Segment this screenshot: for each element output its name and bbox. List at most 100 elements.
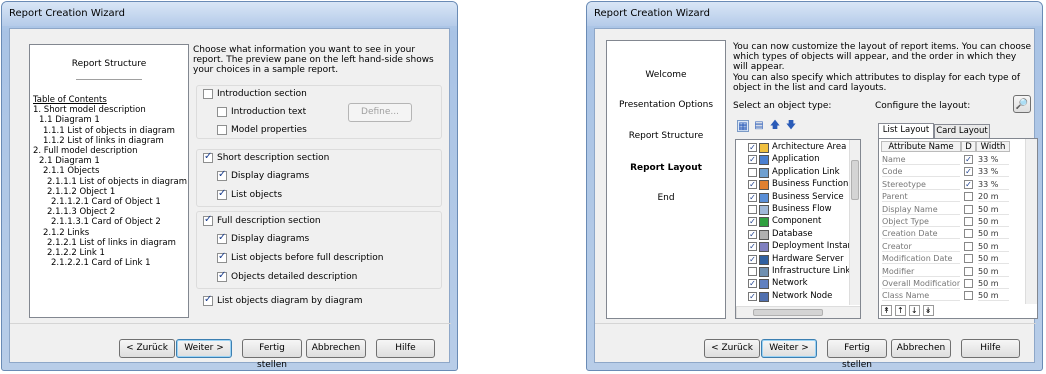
grid-cell-name: Modification Date (882, 254, 960, 265)
toc-heading: Table of Contents (33, 95, 107, 105)
intro-text-checkbox[interactable] (217, 107, 227, 117)
tree-item-checkbox[interactable] (748, 267, 757, 276)
short-section-checkbox[interactable] (203, 151, 213, 163)
move-down-grid-icon[interactable]: ↓ (908, 305, 920, 316)
model-properties-checkbox[interactable] (217, 125, 227, 135)
grid-cell-d-checkbox[interactable] (964, 229, 973, 239)
grid-cell-d-checkbox[interactable] (964, 192, 973, 202)
full-display-diagrams-checkbox[interactable] (217, 232, 227, 244)
tree-item-label: Application Link (772, 166, 840, 177)
tree-item-checkbox[interactable] (748, 205, 757, 214)
tree-item-label: Hardware Server (772, 253, 844, 264)
select-all-icon[interactable]: ▦ (737, 120, 749, 132)
grid-header-width: Width (976, 141, 1010, 152)
cancel-button[interactable]: Abbrechen (891, 339, 951, 358)
grid-row[interactable]: Creation Date 50 m (879, 228, 1013, 240)
grid-row[interactable]: Class Name 50 m (879, 290, 1013, 302)
back-button[interactable]: < Zurück (704, 339, 760, 358)
finish-button[interactable]: Fertig stellen (242, 339, 302, 370)
layout-description-2: You can also specify which attributes to… (733, 73, 1021, 93)
grid-row[interactable]: Creator 50 m (879, 241, 1013, 253)
tree-item-checkbox[interactable] (748, 167, 757, 177)
tree-scroll-thumb[interactable] (851, 160, 859, 200)
tree-item-checkbox[interactable]: ✓ (748, 279, 757, 289)
object-type-tree[interactable]: ✓ Architecture Area ✓ Application Applicatio… (735, 139, 861, 319)
tree-item-checkbox[interactable]: ✓ (748, 143, 757, 152)
tree-item-checkbox[interactable]: ✓ (748, 242, 757, 252)
grid-cell-d-checkbox[interactable] (964, 217, 973, 226)
full-list-objects-checkbox[interactable] (217, 251, 227, 263)
tab-card-layout[interactable]: Card Layout (934, 124, 990, 138)
step-presentation-options: Presentation Options (618, 100, 714, 110)
tree-item-checkbox[interactable]: ✓ (748, 217, 757, 227)
grid-cell-d-checkbox[interactable] (964, 266, 973, 276)
grid-cell-width: 33 % (978, 167, 1009, 178)
tree-item-label: Infrastructure Link (772, 266, 851, 276)
grid-cell-width: 50 m (978, 229, 1009, 240)
grid-cell-width: 50 m (978, 254, 1009, 265)
grid-cell-d-checkbox[interactable]: ✓ (964, 167, 973, 177)
grid-row[interactable]: Name ✓ 33 % (879, 154, 1013, 166)
grid-row[interactable]: Overall Modification 50 m (879, 278, 1013, 290)
grid-row[interactable]: Object Type 50 m (879, 216, 1013, 228)
tree-item-checkbox[interactable]: ✓ (748, 192, 757, 202)
deselect-all-icon[interactable]: ▤ (753, 120, 765, 132)
toc-entry: 2. Full model description (33, 146, 138, 157)
tree-hscroll-thumb[interactable] (753, 309, 823, 316)
define-button[interactable]: Define... (348, 103, 412, 122)
grid-cell-name: Code (882, 167, 960, 178)
grid-row[interactable]: Modifier 50 m (879, 266, 1013, 278)
select-object-type-label: Select an object type: (733, 101, 832, 111)
grid-row[interactable]: Stereotype ✓ 33 % (879, 179, 1013, 191)
help-button[interactable]: Hilfe (961, 339, 1020, 358)
intro-section-checkbox[interactable] (203, 89, 213, 99)
tree-vertical-scrollbar[interactable] (849, 140, 860, 305)
tree-horizontal-scrollbar[interactable] (736, 306, 860, 318)
grid-vertical-scrollbar[interactable] (1025, 139, 1037, 304)
cancel-button[interactable]: Abbrechen (306, 339, 366, 358)
next-button[interactable]: Weiter > (176, 339, 232, 358)
attribute-grid[interactable]: Attribute Name D Width Name ✓ 33 % Code ✓ 33 … (878, 138, 1038, 319)
preview-layout-button[interactable]: 🔎 (1013, 95, 1031, 113)
grid-row[interactable]: Modification Date 50 m (879, 253, 1013, 265)
toc-entry: 2.1.1.2.1 Card of Object 1 (51, 197, 161, 208)
grid-cell-name: Modifier (882, 267, 960, 277)
grid-cell-width: 50 m (978, 291, 1009, 302)
grid-cell-d-checkbox[interactable] (964, 279, 973, 288)
grid-cell-d-checkbox[interactable] (964, 254, 973, 264)
grid-cell-name: Object Type (882, 217, 960, 227)
grid-cell-d-checkbox[interactable] (964, 204, 973, 214)
preview-heading-underline (76, 79, 142, 80)
object-type-icon (759, 167, 769, 178)
tree-item-checkbox[interactable]: ✓ (748, 254, 757, 264)
move-up-icon[interactable]: 🡅 (769, 120, 781, 132)
object-type-icon (759, 229, 769, 240)
grid-row[interactable]: Display Name 50 m (879, 204, 1013, 216)
toc-entry: 1.1 Diagram 1 (39, 115, 100, 126)
grid-cell-d-checkbox[interactable] (964, 241, 973, 251)
help-button[interactable]: Hilfe (376, 339, 435, 358)
move-down-icon[interactable]: 🡇 (785, 120, 797, 132)
grid-row[interactable]: Parent 20 m (879, 191, 1013, 203)
short-list-objects-checkbox[interactable] (217, 188, 227, 200)
tab-list-layout[interactable]: List Layout (878, 123, 934, 138)
objects-detailed-checkbox[interactable] (217, 270, 227, 282)
back-button[interactable]: < Zurück (119, 339, 175, 358)
next-button[interactable]: Weiter > (761, 339, 817, 358)
grid-cell-d-checkbox[interactable] (964, 291, 973, 301)
tree-item-checkbox[interactable]: ✓ (748, 291, 757, 301)
full-section-checkbox[interactable] (203, 214, 213, 226)
grid-row[interactable]: Code ✓ 33 % (879, 166, 1013, 178)
move-bottom-icon[interactable]: ↡ (922, 305, 934, 316)
short-display-diagrams-checkbox[interactable] (217, 169, 227, 181)
grid-cell-d-checkbox[interactable]: ✓ (964, 155, 973, 164)
move-top-icon[interactable]: ↟ (881, 305, 892, 316)
move-up-grid-icon[interactable]: ↑ (894, 305, 906, 316)
finish-button[interactable]: Fertig stellen (827, 339, 887, 370)
list-by-diagram-checkbox[interactable] (203, 294, 213, 306)
tree-item-checkbox[interactable]: ✓ (748, 155, 757, 165)
grid-cell-d-checkbox[interactable]: ✓ (964, 179, 973, 189)
tree-item-checkbox[interactable]: ✓ (748, 180, 757, 190)
tree-item-checkbox[interactable]: ✓ (748, 229, 757, 239)
object-type-icon (759, 192, 769, 203)
